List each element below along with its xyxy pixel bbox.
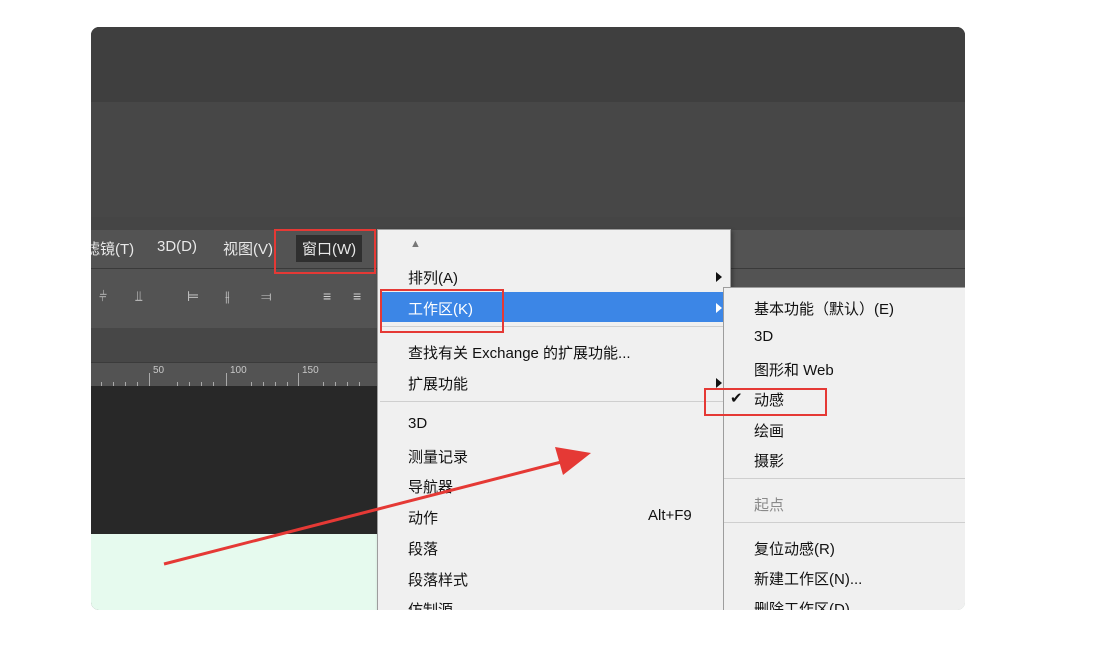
ruler-label-150: 150 [302,365,319,376]
workspace-start: 起点 [754,497,785,514]
distribute-top-icon[interactable]: ≡ [323,289,337,303]
menu-item-arrange[interactable]: 排列(A) [408,267,458,288]
menu-item-paragraph-styles[interactable]: 段落样式 [408,569,468,590]
menu-3d[interactable]: 3D(D) [157,238,197,255]
workspace-photography[interactable]: 摄影 [754,450,784,471]
workspace-submenu: 基本功能（默认）(E) 3D 图形和 Web ✔ 动感 绘画 摄影 起点 复位动… [723,287,965,610]
ruler-label-50: 50 [153,365,165,376]
upper-panel-area [91,102,965,217]
menu-item-find-exchange[interactable]: 查找有关 Exchange 的扩展功能... [408,342,631,363]
submenu-separator [724,522,965,523]
submenu-arrow-icon [716,378,722,388]
menu-filter[interactable]: 滤镜(T) [91,238,134,259]
ruler-major-tick [226,373,227,387]
menu-view[interactable]: 视图(V) [223,238,273,259]
menu-separator [380,401,726,402]
align-horizontal-centers-icon[interactable]: ⫲ [225,289,239,303]
menu-item-extensions[interactable]: 扩展功能 [408,373,468,394]
menu-item-paragraph[interactable]: 段落 [408,538,438,559]
workspace-graphics-web[interactable]: 图形和 Web [754,359,834,380]
top-blank-area [91,27,965,102]
actions-shortcut: Alt+F9 [648,507,692,524]
workspace-essentials[interactable]: 基本功能（默认）(E) [754,298,894,319]
distribute-center-icon[interactable]: ≡ [353,289,367,303]
menu-item-3d[interactable]: 3D [408,415,427,432]
ruler-major-tick [298,373,299,387]
menu-item-measurement-log[interactable]: 测量记录 [408,446,468,467]
annotation-box-workspace [380,289,504,333]
ruler-major-tick [149,373,150,387]
submenu-separator [724,478,965,479]
scroll-up-icon[interactable]: ▲ [410,238,421,250]
submenu-arrow-icon [716,303,722,313]
menu-item-actions[interactable]: 动作 [408,507,438,528]
align-vertical-centers-icon[interactable]: ⫩ [99,289,113,303]
annotation-box-motion [704,388,827,416]
ruler-label-100: 100 [230,365,247,376]
annotation-box-window-menu [274,229,376,274]
menu-item-clone-source[interactable]: 仿制源 [408,599,453,610]
new-workspace[interactable]: 新建工作区(N)... [754,568,862,589]
workspace-painting[interactable]: 绘画 [754,420,784,441]
align-right-edges-icon[interactable]: ⫤ [261,289,275,303]
delete-workspace[interactable]: 删除工作区(D)... [754,598,862,610]
submenu-arrow-icon [716,272,722,282]
align-bottom-edges-icon[interactable]: ⫫ [135,289,149,303]
photoshop-window: 滤镜(T) 3D(D) 视图(V) 窗口(W) ⫩ ⫫ ⊨ ⫲ ⫤ ≡ ≡ 50… [91,27,965,610]
align-left-edges-icon[interactable]: ⊨ [187,289,201,303]
workspace-3d[interactable]: 3D [754,328,773,345]
reset-workspace[interactable]: 复位动感(R) [754,538,835,559]
window-menu-dropdown: ▲ 排列(A) 工作区(K) 查找有关 Exchange 的扩展功能... 扩展… [377,229,731,610]
menu-item-navigator[interactable]: 导航器 [408,476,453,497]
